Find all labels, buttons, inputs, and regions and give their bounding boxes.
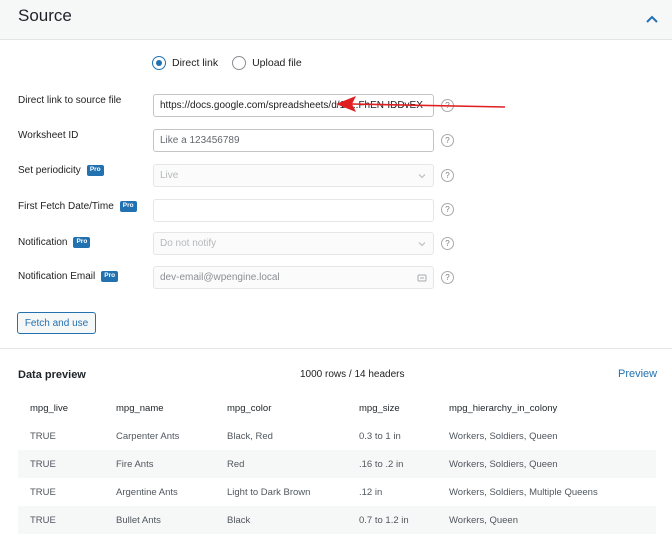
data-preview-title: Data preview bbox=[18, 369, 86, 381]
table-cell: Black, Red bbox=[227, 431, 273, 442]
table-cell: .16 to .2 in bbox=[359, 459, 404, 470]
notification-select[interactable]: Do not notify bbox=[153, 232, 434, 255]
worksheet-id-label: Worksheet ID bbox=[18, 130, 78, 141]
worksheet-id-input[interactable]: Like a 123456789 bbox=[153, 129, 434, 152]
table-cell: TRUE bbox=[30, 487, 56, 498]
help-icon[interactable]: ? bbox=[441, 271, 454, 284]
table-cell: .12 in bbox=[359, 487, 383, 498]
table-row: TRUE Carpenter Ants Black, Red 0.3 to 1 … bbox=[18, 422, 656, 450]
source-type-radio-group: Direct link Upload file bbox=[152, 56, 316, 70]
table-cell: Bullet Ants bbox=[116, 515, 161, 526]
notification-value: Do not notify bbox=[160, 238, 217, 249]
table-row: TRUE Bullet Ants Black 0.7 to 1.2 in Wor… bbox=[18, 506, 656, 534]
table-cell: TRUE bbox=[30, 459, 56, 470]
column-header: mpg_name bbox=[116, 403, 164, 414]
first-fetch-label: First Fetch Date/Time Pro bbox=[18, 201, 137, 212]
data-preview-table: mpg_live mpg_name mpg_color mpg_size mpg… bbox=[18, 394, 656, 534]
notification-email-label: Notification Email Pro bbox=[18, 271, 119, 282]
rows-headers-count: 1000 rows / 14 headers bbox=[300, 369, 405, 380]
section-title: Source bbox=[18, 6, 72, 25]
upload-file-radio-label[interactable]: Upload file bbox=[252, 57, 302, 69]
table-cell: 0.7 to 1.2 in bbox=[359, 515, 409, 526]
section-header[interactable]: Source bbox=[0, 0, 672, 40]
help-icon[interactable]: ? bbox=[441, 203, 454, 216]
fetch-and-use-button[interactable]: Fetch and use bbox=[17, 312, 96, 334]
divider bbox=[0, 348, 672, 349]
help-icon[interactable]: ? bbox=[441, 169, 454, 182]
direct-link-radio[interactable] bbox=[152, 56, 166, 70]
column-header: mpg_size bbox=[359, 403, 400, 414]
pro-badge: Pro bbox=[119, 201, 137, 212]
table-cell: Fire Ants bbox=[116, 459, 154, 470]
worksheet-id-placeholder: Like a 123456789 bbox=[160, 135, 240, 146]
help-icon[interactable]: ? bbox=[441, 99, 454, 112]
chevron-up-icon[interactable] bbox=[644, 11, 660, 27]
help-icon[interactable]: ? bbox=[441, 134, 454, 147]
direct-link-value: https://docs.google.com/spreadsheets/d/1… bbox=[160, 100, 423, 111]
direct-link-input[interactable]: https://docs.google.com/spreadsheets/d/1… bbox=[153, 94, 434, 117]
help-icon[interactable]: ? bbox=[441, 237, 454, 250]
table-cell: Black bbox=[227, 515, 251, 526]
table-cell: Workers, Soldiers, Multiple Queens bbox=[449, 487, 598, 498]
notification-email-input[interactable]: dev-email@wpengine.local bbox=[153, 266, 434, 289]
column-header: mpg_color bbox=[227, 403, 272, 414]
table-cell: TRUE bbox=[30, 515, 56, 526]
table-cell: 0.3 to 1 in bbox=[359, 431, 401, 442]
chevron-down-icon bbox=[418, 242, 426, 247]
preview-link[interactable]: Preview bbox=[618, 368, 657, 380]
table-cell: Carpenter Ants bbox=[116, 431, 180, 442]
table-row: TRUE Fire Ants Red .16 to .2 in Workers,… bbox=[18, 450, 656, 478]
notification-email-value: dev-email@wpengine.local bbox=[160, 272, 280, 283]
autofill-icon bbox=[417, 274, 427, 282]
table-header-row: mpg_live mpg_name mpg_color mpg_size mpg… bbox=[18, 394, 656, 422]
table-row: TRUE Argentine Ants Light to Dark Brown … bbox=[18, 478, 656, 506]
chevron-down-icon bbox=[418, 174, 426, 179]
notification-email-label-text: Notification Email bbox=[18, 271, 96, 282]
upload-file-radio[interactable] bbox=[232, 56, 247, 70]
pro-badge: Pro bbox=[101, 271, 119, 282]
table-cell: TRUE bbox=[30, 431, 56, 442]
periodicity-select[interactable]: Live bbox=[153, 164, 434, 187]
table-cell: Workers, Soldiers, Queen bbox=[449, 431, 558, 442]
table-cell: Argentine Ants bbox=[116, 487, 178, 498]
column-header: mpg_hierarchy_in_colony bbox=[449, 403, 558, 414]
table-cell: Workers, Soldiers, Queen bbox=[449, 459, 558, 470]
pro-badge: Pro bbox=[86, 165, 104, 176]
table-cell: Workers, Queen bbox=[449, 515, 518, 526]
notification-label: Notification Pro bbox=[18, 237, 91, 248]
periodicity-label-text: Set periodicity bbox=[18, 165, 81, 176]
column-header: mpg_live bbox=[30, 403, 69, 414]
notification-label-text: Notification bbox=[18, 237, 68, 248]
direct-link-radio-label[interactable]: Direct link bbox=[172, 57, 218, 69]
direct-link-label: Direct link to source file bbox=[18, 95, 121, 106]
worksheet-id-label-text: Worksheet ID bbox=[18, 130, 79, 141]
table-cell: Red bbox=[227, 459, 245, 470]
pro-badge: Pro bbox=[73, 237, 91, 248]
table-cell: Light to Dark Brown bbox=[227, 487, 311, 498]
first-fetch-label-text: First Fetch Date/Time bbox=[18, 201, 114, 212]
direct-link-label-text: Direct link to source file bbox=[18, 95, 122, 106]
periodicity-label: Set periodicity Pro bbox=[18, 165, 104, 176]
first-fetch-input[interactable] bbox=[153, 199, 434, 222]
periodicity-value: Live bbox=[160, 170, 179, 181]
